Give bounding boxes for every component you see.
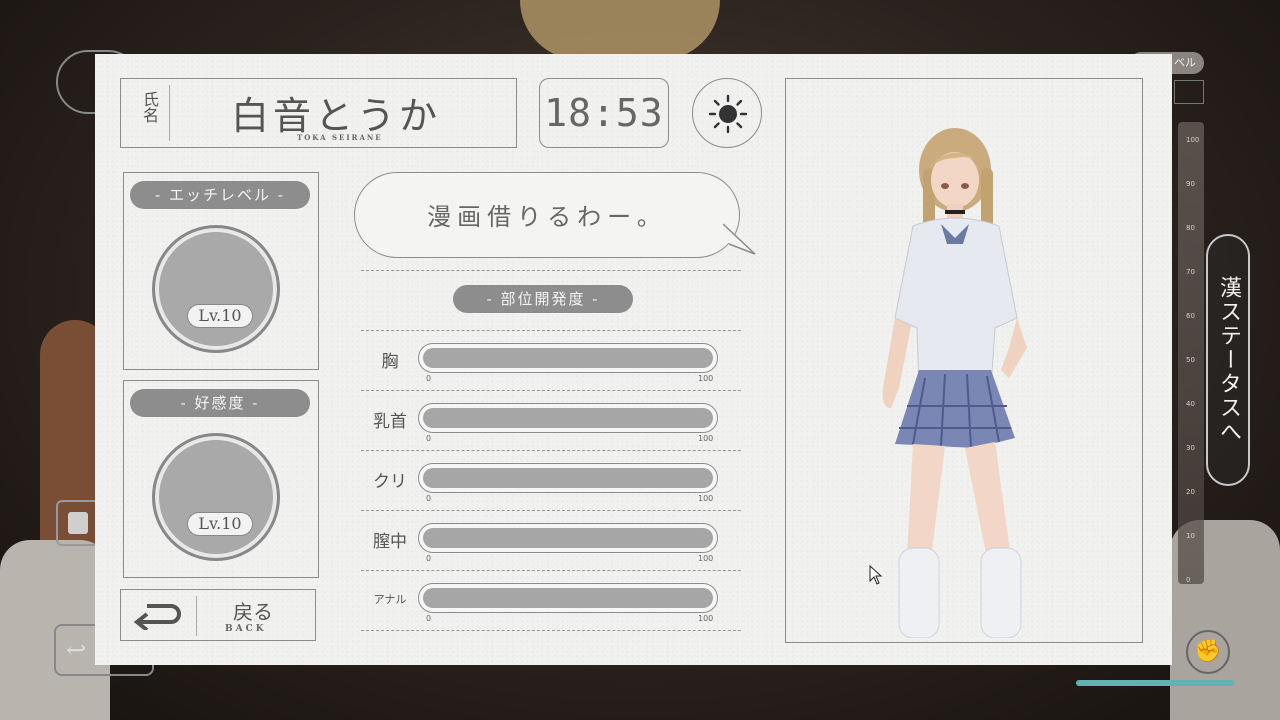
part-label: アナル [373, 593, 407, 606]
affection-card: - 好感度 - Lv.10 [123, 380, 319, 578]
gauge-tick-label: 60 [1186, 312, 1195, 320]
bar-max-label: 100 [698, 614, 714, 623]
ecchi-level-value: Lv.10 [187, 304, 253, 328]
mouse-cursor-icon [869, 565, 883, 585]
back-label: 戻る [233, 600, 273, 624]
time-display: 18:53 [544, 91, 664, 135]
affection-gauge: Lv.10 [152, 433, 280, 561]
gauge-tick-label: 30 [1186, 444, 1195, 452]
gauge-tick-label: 50 [1186, 356, 1195, 364]
gauge-tick-label: 0 [1186, 576, 1191, 584]
back-label-en: BACK [225, 624, 267, 634]
hud-level-box [1174, 80, 1204, 104]
bar-max-label: 100 [698, 434, 714, 443]
character-portrait [882, 128, 1027, 638]
speech-bubble: 漫画借りるわー。 [354, 172, 740, 258]
bar-track [423, 408, 713, 428]
bar-track [423, 588, 713, 608]
hud-stamina-bar [1076, 680, 1234, 686]
gauge-tick-label: 10 [1186, 532, 1195, 540]
bar-track [423, 348, 713, 368]
speech-text: 漫画借りるわー。 [427, 203, 667, 231]
bar-track [423, 528, 713, 548]
development-title: - 部位開発度 - [453, 285, 633, 313]
sun-icon [708, 94, 748, 134]
hud-vertical-gauge [1178, 122, 1204, 584]
dashed-divider [361, 390, 741, 391]
bar-min-label: 0 [426, 434, 432, 443]
part-label: 胸 [381, 352, 399, 372]
development-bar [418, 343, 718, 373]
background-character-hair [520, 0, 720, 60]
dashed-divider [361, 330, 741, 331]
development-bar [418, 403, 718, 433]
bar-min-label: 0 [426, 554, 432, 563]
part-label: クリ [373, 472, 407, 492]
gauge-tick-label: 40 [1186, 400, 1195, 408]
dashed-divider [361, 630, 741, 631]
development-bar [418, 583, 718, 613]
back-button[interactable]: 戻る BACK [120, 589, 316, 641]
divider [196, 596, 197, 636]
hud-square-button[interactable] [56, 500, 100, 546]
development-bar [418, 523, 718, 553]
dashed-divider [361, 570, 741, 571]
name-box: 氏名 白音とうか TOKA SEIRANE [120, 78, 517, 148]
gauge-tick-label: 80 [1186, 224, 1195, 232]
affection-level-value: Lv.10 [187, 512, 253, 536]
bar-min-label: 0 [426, 374, 432, 383]
bar-min-label: 0 [426, 494, 432, 503]
gauge-tick-label: 100 [1186, 136, 1200, 144]
part-label: 乳首 [373, 412, 407, 432]
part-label: 膣中 [373, 532, 407, 552]
speech-bubble-tail [723, 223, 756, 255]
gauge-tick-label: 70 [1186, 268, 1195, 276]
dashed-divider [361, 450, 741, 451]
bar-track [423, 468, 713, 488]
ecchi-level-card: - エッチレベル - Lv.10 [123, 172, 319, 370]
status-screen-button[interactable]: 漢ステータスへ [1206, 234, 1250, 486]
bar-min-label: 0 [426, 614, 432, 623]
gauge-tick-label: 90 [1186, 180, 1195, 188]
return-arrow-icon [133, 604, 181, 630]
character-status-panel: 氏名 白音とうか TOKA SEIRANE 18:53 - エッチレベル - L… [95, 54, 1172, 665]
bar-max-label: 100 [698, 374, 714, 383]
dashed-divider [361, 270, 741, 271]
fist-icon[interactable]: ✊ [1186, 630, 1230, 674]
ecchi-level-gauge: Lv.10 [152, 225, 280, 353]
name-label: 氏名 [140, 91, 159, 123]
ecchi-level-title: - エッチレベル - [130, 181, 310, 209]
dashed-divider [361, 510, 741, 511]
divider [169, 85, 170, 141]
development-bar [418, 463, 718, 493]
bar-max-label: 100 [698, 494, 714, 503]
time-box: 18:53 [539, 78, 669, 148]
character-name: 白音とうか [231, 94, 442, 138]
bar-max-label: 100 [698, 554, 714, 563]
affection-title: - 好感度 - [130, 389, 310, 417]
time-of-day-box [692, 78, 762, 148]
character-name-roman: TOKA SEIRANE [297, 133, 383, 142]
gauge-tick-label: 20 [1186, 488, 1195, 496]
